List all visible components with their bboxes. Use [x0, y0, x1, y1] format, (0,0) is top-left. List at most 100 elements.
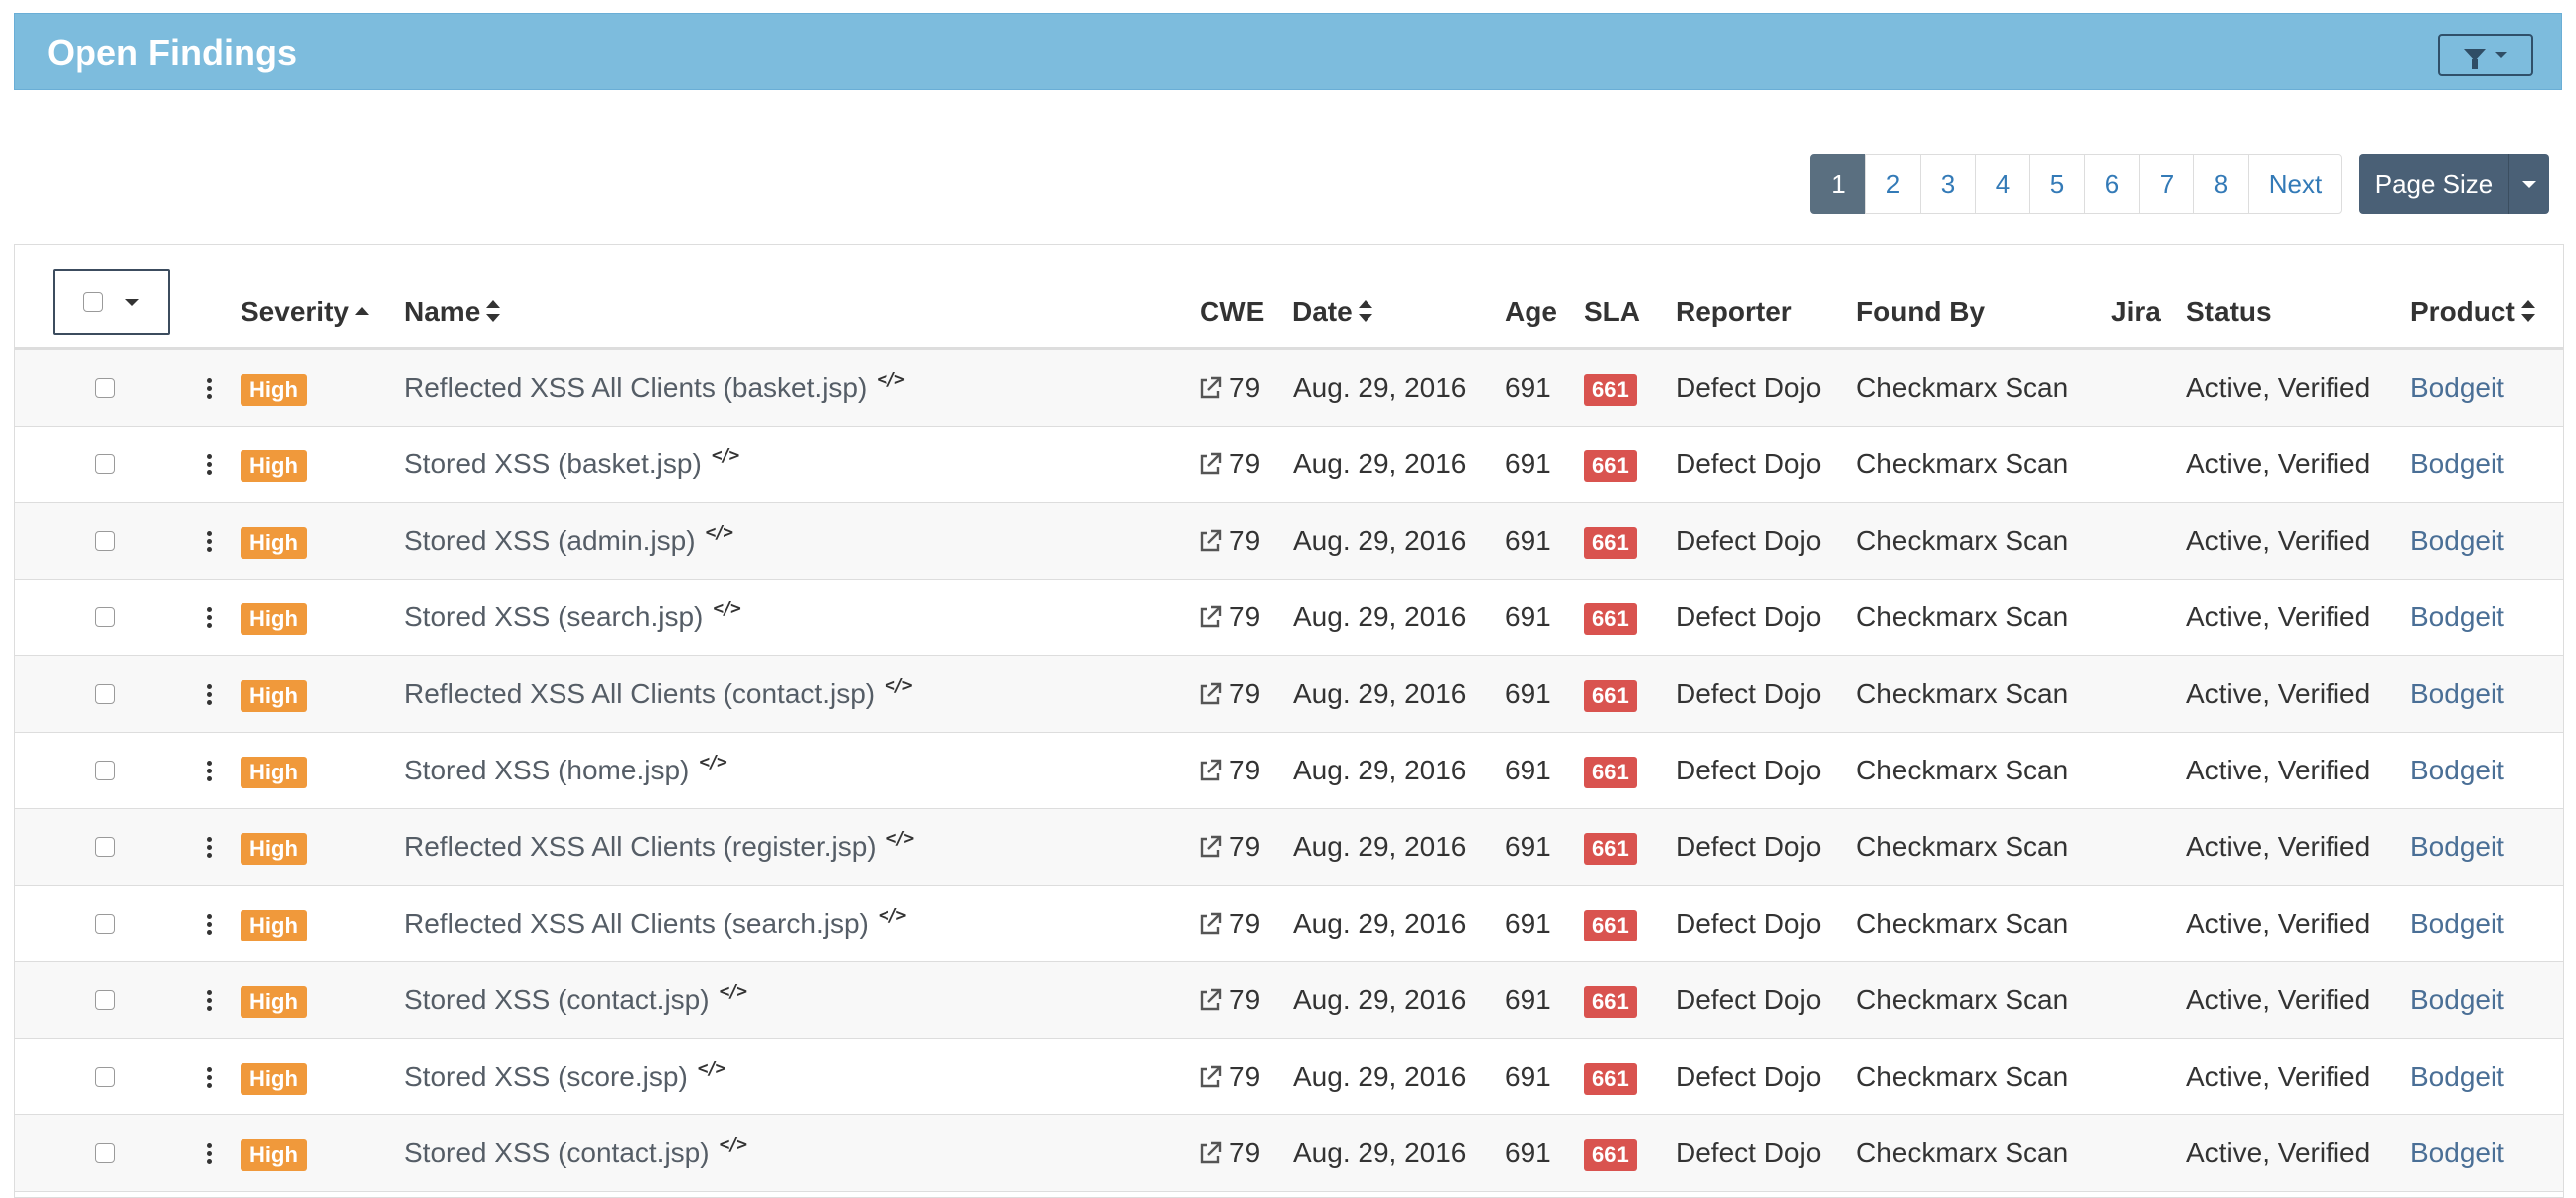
- product-link[interactable]: Bodgeit: [2410, 908, 2504, 939]
- page-link-8[interactable]: 8: [2193, 154, 2249, 214]
- cwe-link[interactable]: 79: [1198, 755, 1260, 785]
- row-actions-icon[interactable]: [204, 656, 214, 732]
- row-actions-icon[interactable]: [204, 350, 214, 426]
- row-checkbox[interactable]: [95, 837, 115, 857]
- row-checkbox[interactable]: [95, 990, 115, 1010]
- row-checkbox[interactable]: [95, 607, 115, 627]
- sla-badge: 661: [1584, 602, 1637, 635]
- product-link[interactable]: Bodgeit: [2410, 831, 2504, 862]
- row-checkbox[interactable]: [95, 531, 115, 551]
- finding-name-link[interactable]: Stored XSS (contact.jsp): [404, 1137, 710, 1168]
- cwe-link[interactable]: 79: [1198, 372, 1260, 403]
- row-actions-icon[interactable]: [204, 886, 214, 961]
- col-product[interactable]: Product: [2410, 296, 2535, 328]
- col-date[interactable]: Date: [1292, 296, 1372, 328]
- code-icon: </>: [699, 752, 726, 772]
- finding-name-link[interactable]: Reflected XSS All Clients (search.jsp): [404, 908, 869, 939]
- finding-name-link[interactable]: Reflected XSS All Clients (basket.jsp): [404, 372, 867, 403]
- product-link[interactable]: Bodgeit: [2410, 678, 2504, 709]
- cwe-link[interactable]: 79: [1198, 984, 1260, 1015]
- page-link-3[interactable]: 3: [1920, 154, 1976, 214]
- product-cell: Bodgeit: [2410, 427, 2504, 502]
- cwe-link[interactable]: 79: [1198, 448, 1260, 479]
- product-link[interactable]: Bodgeit: [2410, 448, 2504, 479]
- col-severity[interactable]: Severity: [241, 296, 369, 328]
- sla-badge: 661: [1584, 526, 1637, 559]
- cwe-link[interactable]: 79: [1198, 1061, 1260, 1092]
- sla-badge: 661: [1584, 1062, 1637, 1095]
- product-link[interactable]: Bodgeit: [2410, 1061, 2504, 1092]
- sla-cell: 661: [1584, 809, 1637, 885]
- row-checkbox[interactable]: [95, 1067, 115, 1087]
- cwe-link[interactable]: 79: [1198, 831, 1260, 862]
- row-actions-icon[interactable]: [204, 503, 214, 579]
- sla-cell: 661: [1584, 656, 1637, 732]
- col-name[interactable]: Name: [404, 296, 501, 328]
- row-actions-icon[interactable]: [204, 962, 214, 1038]
- row-actions-icon[interactable]: [204, 733, 214, 808]
- page-size-toggle[interactable]: [2508, 154, 2549, 214]
- row-checkbox[interactable]: [95, 761, 115, 780]
- cwe-link[interactable]: 79: [1198, 908, 1260, 939]
- product-cell: Bodgeit: [2410, 656, 2504, 732]
- name-cell: Stored XSS (admin.jsp) </>: [404, 503, 733, 579]
- finding-name-link[interactable]: Stored XSS (score.jsp): [404, 1061, 688, 1092]
- finding-name-link[interactable]: Reflected XSS All Clients (contact.jsp): [404, 678, 875, 709]
- row-checkbox[interactable]: [95, 378, 115, 398]
- page-link-next[interactable]: Next: [2248, 154, 2342, 214]
- page-size-dropdown[interactable]: Page Size: [2359, 154, 2549, 214]
- product-link[interactable]: Bodgeit: [2410, 601, 2504, 632]
- product-link[interactable]: Bodgeit: [2410, 1137, 2504, 1168]
- page-link-2[interactable]: 2: [1865, 154, 1921, 214]
- finding-name-link[interactable]: Stored XSS (admin.jsp): [404, 525, 696, 556]
- cwe-link[interactable]: 79: [1198, 601, 1260, 632]
- product-link[interactable]: Bodgeit: [2410, 372, 2504, 403]
- row-checkbox[interactable]: [95, 684, 115, 704]
- finding-name-link[interactable]: Reflected XSS All Clients (register.jsp): [404, 831, 877, 862]
- cwe-value: 79: [1229, 601, 1261, 632]
- filter-toggle-button[interactable]: [2438, 34, 2533, 76]
- table-row: High Stored XSS (score.jsp) </> 79 Aug. 2…: [15, 1039, 2563, 1115]
- page-size-button[interactable]: Page Size: [2359, 154, 2508, 214]
- date-cell: Aug. 29, 2016: [1293, 601, 1467, 632]
- row-actions-icon[interactable]: [204, 580, 214, 655]
- row-actions-icon[interactable]: [204, 1039, 214, 1114]
- cwe-link[interactable]: 79: [1198, 678, 1260, 709]
- product-link[interactable]: Bodgeit: [2410, 984, 2504, 1015]
- page-link-5[interactable]: 5: [2029, 154, 2085, 214]
- finding-name-link[interactable]: Stored XSS (home.jsp): [404, 755, 689, 785]
- severity-badge: High: [241, 373, 307, 406]
- row-checkbox[interactable]: [95, 1143, 115, 1163]
- finding-name-link[interactable]: Stored XSS (contact.jsp): [404, 984, 710, 1015]
- sla-cell: 661: [1584, 580, 1637, 655]
- page-link-6[interactable]: 6: [2084, 154, 2140, 214]
- sla-badge: 661: [1584, 449, 1637, 482]
- cwe-value: 79: [1229, 1137, 1261, 1168]
- row-checkbox[interactable]: [95, 454, 115, 474]
- found-by-cell: Checkmarx Scan: [1856, 601, 2069, 632]
- cwe-link[interactable]: 79: [1198, 525, 1260, 556]
- row-actions-icon[interactable]: [204, 809, 214, 885]
- cwe-link[interactable]: 79: [1198, 1137, 1260, 1168]
- severity-badge: High: [241, 679, 307, 712]
- status-cell: Active, Verified: [2186, 1061, 2371, 1092]
- product-link[interactable]: Bodgeit: [2410, 755, 2504, 785]
- code-icon: </>: [711, 445, 739, 466]
- row-actions-icon[interactable]: [204, 1115, 214, 1191]
- severity-cell: High: [241, 809, 307, 885]
- severity-cell: High: [241, 427, 307, 502]
- status-cell: Active, Verified: [2186, 448, 2371, 479]
- table-row: High Stored XSS (home.jsp) </> 79 Aug. 29…: [15, 733, 2563, 809]
- finding-name-link[interactable]: Stored XSS (search.jsp): [404, 601, 703, 632]
- finding-name-link[interactable]: Stored XSS (basket.jsp): [404, 448, 702, 479]
- page-link-7[interactable]: 7: [2139, 154, 2194, 214]
- row-checkbox-cell: [95, 531, 115, 551]
- page-link-1[interactable]: 1: [1810, 154, 1866, 214]
- row-checkbox[interactable]: [95, 914, 115, 934]
- row-actions-icon[interactable]: [204, 427, 214, 502]
- age-cell: 691: [1505, 601, 1551, 632]
- sla-cell: 661: [1584, 733, 1637, 808]
- product-link[interactable]: Bodgeit: [2410, 525, 2504, 556]
- row-checkbox-cell: [95, 684, 115, 704]
- page-link-4[interactable]: 4: [1975, 154, 2030, 214]
